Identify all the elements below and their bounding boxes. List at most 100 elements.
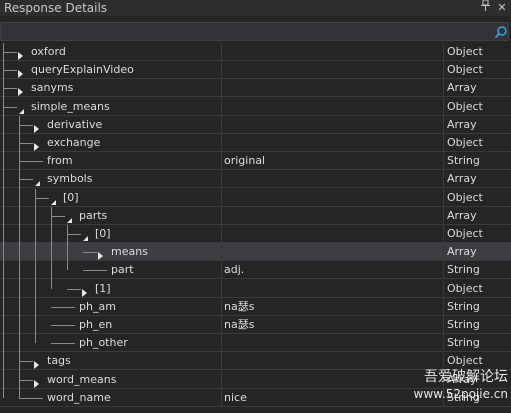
expanded-arrow-icon[interactable] [50,194,57,206]
tree-row-name-cell: ph_am [0,298,220,315]
tree-row-key: simple_means [31,99,110,113]
tree-row-name-cell: word_name [0,389,220,406]
collapsed-arrow-icon[interactable] [34,121,40,133]
tree-row-value [221,279,442,297]
tree-row-name-cell: means [0,243,220,261]
tree-row[interactable]: parts Array [0,206,511,225]
tree-row-key: oxford [31,45,66,58]
tree-row-name-cell: ph_en [0,316,220,333]
tree-row-name-cell: derivative [0,116,220,133]
tree-row[interactable]: [0] Object [0,188,511,207]
expanded-arrow-icon[interactable] [82,230,89,242]
tree-row-name-cell: exchange [0,134,220,151]
collapsed-arrow-icon[interactable] [18,48,24,60]
tree-row[interactable]: ph_am na瑟s String [0,297,511,316]
tree-row-name-cell: sanyms [0,79,220,97]
tree-row-name-cell: queryExplainVideo [0,61,220,79]
tree-row-value [221,352,442,370]
tree-row-type: Object [443,97,511,115]
tree-row[interactable]: part adj. String [0,261,511,280]
tree-row[interactable]: simple_means Object [0,97,511,116]
tree-row-key: ph_am [79,299,116,313]
tree-row[interactable]: means Array [0,243,511,262]
tree-row[interactable]: exchange Object [0,134,511,152]
close-icon[interactable]: ✕ [496,0,508,16]
collapsed-arrow-icon[interactable] [34,139,40,151]
watermark: 吾爱破解论坛 www.52pojie.cn [408,368,508,402]
tree-row[interactable]: ph_other String [0,334,511,353]
collapsed-arrow-icon[interactable] [18,66,24,79]
tree-row[interactable]: [1] Object [0,279,511,298]
tree-row-type: Array [443,243,511,261]
tree-row[interactable]: symbols Array [0,170,511,189]
expanded-arrow-icon[interactable] [34,175,41,187]
tree-row-value [221,134,442,151]
search-icon[interactable] [494,25,508,39]
tree-row-name-cell: parts [0,207,220,224]
tree-row-type: Object [443,279,511,297]
tree-row-type: Array [443,170,511,188]
collapsed-arrow-icon[interactable] [82,285,88,297]
tree-row-type: String [443,316,511,333]
tree-row-key: ph_en [79,318,113,331]
collapsed-arrow-icon[interactable] [34,376,40,388]
tree-row-key: queryExplainVideo [31,63,134,77]
tree-row-value [221,43,442,60]
tree-row-key: exchange [47,136,101,149]
tree-row[interactable]: ph_en na瑟s String [0,316,511,334]
tree-row[interactable]: sanyms Array [0,79,511,98]
tree-row-name-cell: word_means [0,371,220,388]
tree-row-key: tags [47,354,71,368]
tree-row-key: derivative [47,117,103,131]
tree-row-key: part [111,263,134,277]
tree-row[interactable]: [0] Object [0,225,511,243]
tree-row-key: word_name [47,390,111,404]
tree-row-value [221,115,442,133]
tree-row[interactable]: derivative Array [0,115,511,134]
tree-row-value: original [221,152,442,170]
tree-row-key: from [47,154,73,168]
tree-row-key: [0] [95,227,111,240]
collapsed-arrow-icon[interactable] [18,84,24,97]
tree-row-value [221,206,442,224]
search-input[interactable] [3,24,491,39]
expanded-arrow-icon[interactable] [18,103,25,115]
tree-row-value [221,170,442,188]
tree-row[interactable]: from original String [0,152,511,171]
collapsed-arrow-icon[interactable] [98,248,104,261]
tree-row-value: na瑟s [221,316,442,333]
tree-row[interactable]: oxford Object [0,43,511,61]
tree-row[interactable]: queryExplainVideo Object [0,61,511,80]
tree-row-type: String [443,297,511,315]
tree-row-value [221,97,442,115]
panel-title: Response Details [4,1,108,15]
expanded-arrow-icon[interactable] [66,212,73,224]
tree-row-name-cell: [0] [0,225,220,242]
collapsed-arrow-icon[interactable] [34,357,40,370]
tree-row-value [221,243,442,261]
tree-row-value: na瑟s [221,297,442,315]
response-tree-grid: oxford Object queryExplainVideo Object sanym… [0,43,511,413]
tree-row-type: String [443,152,511,170]
tree-row-name-cell: ph_other [0,334,220,351]
tree-row-value [221,61,442,79]
panel-titlebar: Response Details ✕ [0,0,511,16]
tree-row-name-cell: from [0,152,220,169]
tree-row-value: adj. [221,261,442,279]
tree-row-type: Object [443,61,511,79]
tree-row-type: String [443,334,511,352]
pin-icon[interactable] [480,0,490,16]
tree-row-value [221,334,442,352]
tree-row-value [221,79,442,97]
watermark-url: www.52pojie.cn [413,387,508,401]
tree-row-name-cell: [0] [0,189,220,206]
tree-row-name-cell: oxford [0,43,220,60]
tree-row-type: Object [443,225,511,242]
tree-row-name-cell: symbols [0,170,220,187]
tree-row-type: Object [443,43,511,60]
tree-row-key: word_means [47,372,117,386]
tree-row-name-cell: part [0,261,220,278]
tree-row-type: Array [443,206,511,224]
tree-row-key: sanyms [31,81,74,95]
tree-row-key: symbols [47,172,93,186]
